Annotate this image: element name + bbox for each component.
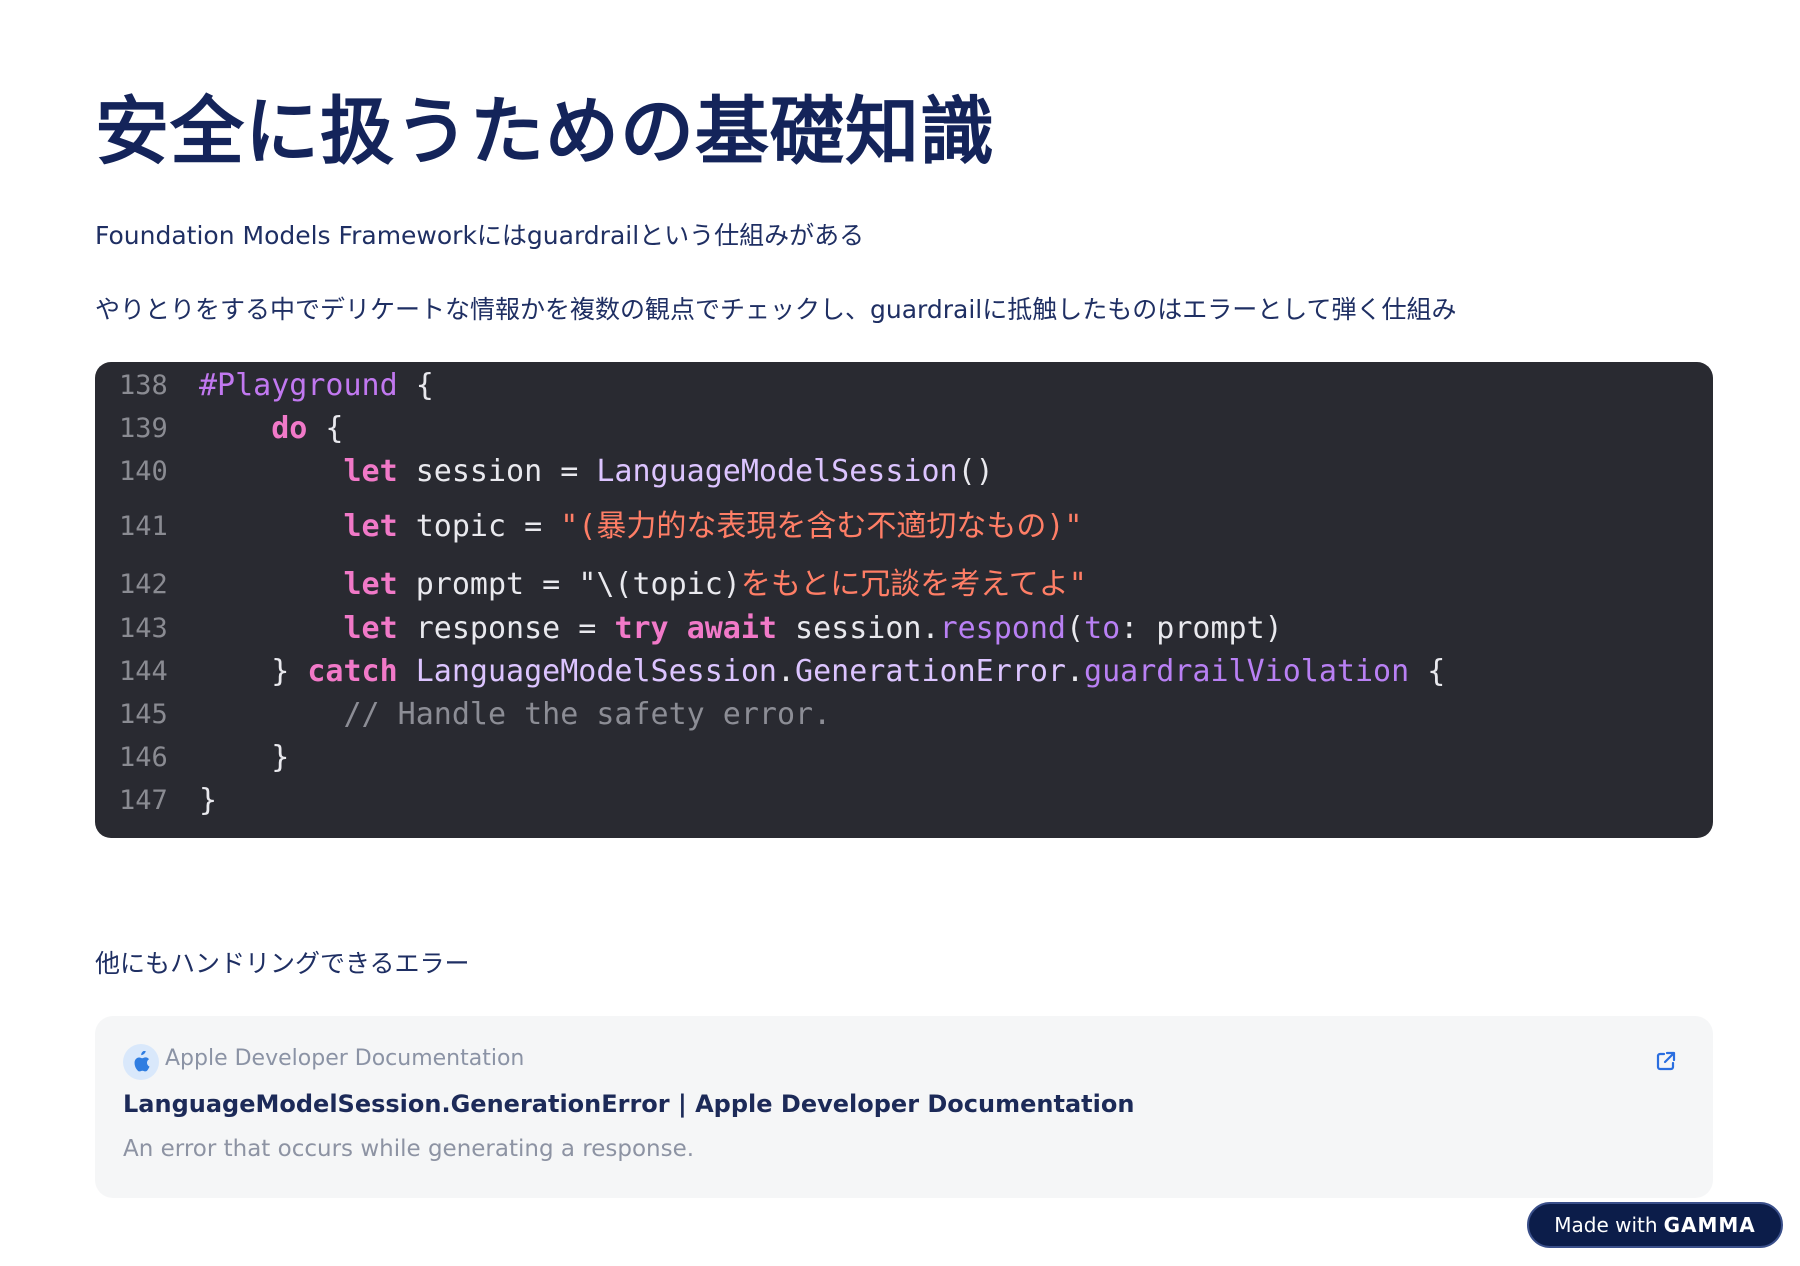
code-line: 141 let topic = "(暴力的な表現を含む不適切なもの)"	[95, 507, 1713, 547]
guardrail-description: やりとりをする中でデリケートな情報かを複数の観点でチェックし、guardrail…	[95, 295, 1457, 324]
card-source: Apple Developer Documentation	[165, 1046, 525, 1071]
line-number: 141	[119, 511, 168, 542]
other-errors-label: 他にもハンドリングできるエラー	[95, 949, 470, 978]
code-token: response =	[397, 611, 615, 646]
documentation-link-card[interactable]: Apple Developer Documentation LanguageMo…	[95, 1016, 1713, 1198]
line-number: 146	[119, 742, 168, 773]
code-token: topic =	[397, 509, 561, 544]
code-line: 139 do {	[95, 409, 1713, 449]
line-number: 145	[119, 699, 168, 730]
code-token: LanguageModelSession	[415, 654, 777, 689]
line-number: 144	[119, 656, 168, 687]
line-number: 142	[119, 569, 168, 600]
code-token: "\(topic)	[578, 567, 741, 602]
code-text: #Playground {	[199, 366, 434, 406]
code-token: .	[776, 654, 796, 689]
line-number: 140	[119, 456, 168, 487]
code-line: 147}	[95, 781, 1713, 821]
code-line: 145 // Handle the safety error.	[95, 695, 1713, 735]
made-with-gamma-badge[interactable]: Made with GAMMA	[1527, 1202, 1783, 1248]
line-number: 139	[119, 413, 168, 444]
code-text: let prompt = "\(topic)をもとに冗談を考えてよ"	[199, 565, 1087, 605]
code-line: 146 }	[95, 738, 1713, 778]
code-token: guardrailViolation	[1084, 654, 1410, 689]
code-text: do {	[199, 409, 344, 449]
code-line: 142 let prompt = "\(topic)をもとに冗談を考えてよ"	[95, 565, 1713, 605]
card-description: An error that occurs while generating a …	[123, 1136, 695, 1162]
code-token: #Playground	[199, 368, 398, 403]
code-token: .	[1065, 654, 1085, 689]
code-text: }	[199, 738, 289, 778]
code-token: let	[343, 454, 398, 489]
code-token: {	[1409, 654, 1446, 689]
code-token: prompt =	[397, 567, 579, 602]
code-token: respond	[939, 611, 1066, 646]
apple-icon	[123, 1044, 159, 1080]
code-text: let topic = "(暴力的な表現を含む不適切なもの)"	[199, 507, 1083, 547]
external-link-icon[interactable]	[1655, 1050, 1677, 1072]
code-block: 138 #Playground {139 do {140 let session …	[95, 362, 1713, 838]
code-line: 138 #Playground {	[95, 366, 1713, 406]
code-token: LanguageModelSession	[596, 454, 958, 489]
badge-prefix: Made with	[1554, 1213, 1658, 1237]
code-token: do	[271, 411, 308, 446]
code-text: let response = try await session.respond…	[199, 609, 1283, 649]
code-token: : prompt)	[1120, 611, 1283, 646]
line-number: 138	[119, 370, 168, 401]
code-token: (	[1066, 611, 1085, 646]
code-token: try	[614, 611, 669, 646]
code-token: catch	[307, 654, 398, 689]
code-token: {	[307, 411, 344, 446]
code-text: // Handle the safety error.	[199, 695, 832, 735]
code-line: 144 } catch LanguageModelSession.Generat…	[95, 652, 1713, 692]
line-number: 147	[119, 785, 168, 816]
code-token: }	[199, 740, 290, 775]
code-token: let	[343, 611, 398, 646]
code-token: GenerationError	[795, 654, 1066, 689]
code-token: "(暴力的な表現を含む不適切なもの)"	[560, 509, 1083, 544]
code-token: }	[199, 783, 218, 818]
code-token: let	[343, 567, 398, 602]
code-text: let session = LanguageModelSession()	[199, 452, 994, 492]
page-title: 安全に扱うための基礎知識	[95, 89, 995, 175]
code-token: session =	[397, 454, 597, 489]
line-number: 143	[119, 613, 168, 644]
code-text: }	[199, 781, 217, 821]
code-token: await	[686, 611, 777, 646]
code-line: 140 let session = LanguageModelSession()	[95, 452, 1713, 492]
code-text: } catch LanguageModelSession.GenerationE…	[199, 652, 1445, 692]
code-token: session.	[777, 611, 940, 646]
code-token: to	[1084, 611, 1121, 646]
intro-paragraph: Foundation Models Frameworkにはguardrailとい…	[95, 221, 865, 250]
code-token: }	[199, 654, 308, 689]
code-token: ()	[957, 454, 994, 489]
code-token: {	[397, 368, 434, 403]
code-line: 143 let response = try await session.res…	[95, 609, 1713, 649]
gamma-logo: GAMMA	[1663, 1213, 1756, 1237]
code-token: let	[343, 509, 398, 544]
card-title[interactable]: LanguageModelSession.GenerationError | A…	[123, 1090, 1134, 1118]
code-token: をもとに冗談を考えてよ"	[740, 567, 1087, 602]
code-token: // Handle the safety error.	[343, 697, 832, 732]
